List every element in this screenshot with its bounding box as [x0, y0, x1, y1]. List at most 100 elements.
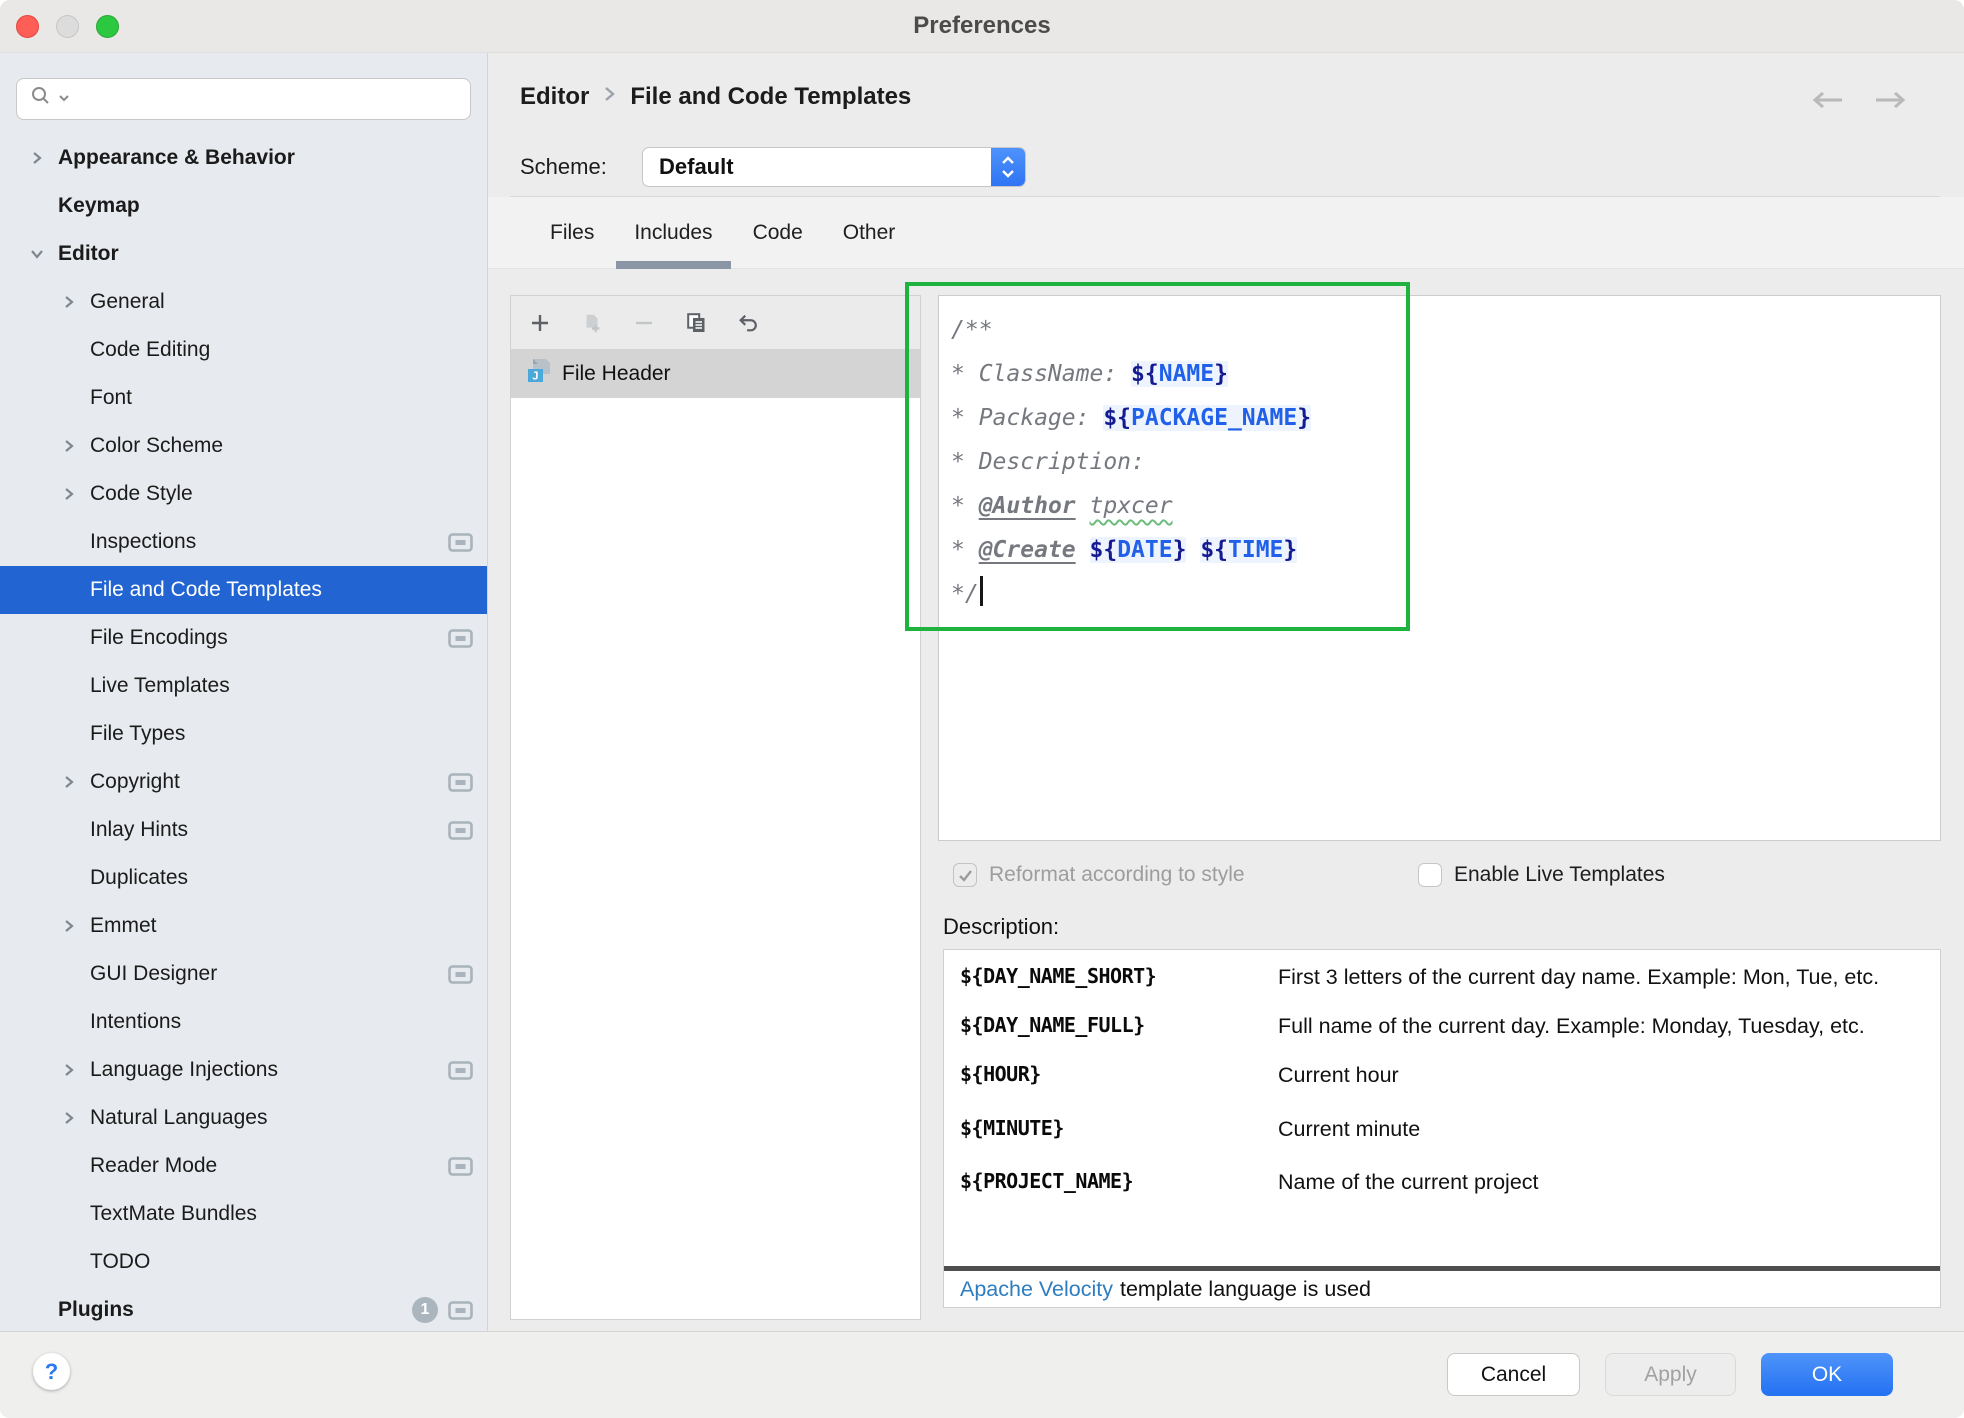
chevron-right-icon[interactable] [26, 147, 48, 169]
close-button[interactable] [16, 15, 39, 38]
sidebar-item-label: Reader Mode [90, 1154, 217, 1178]
sidebar-item-inlay-hints[interactable]: Inlay Hints [0, 806, 487, 854]
variable-row: ${HOUR}Current hour [960, 1060, 1924, 1091]
sidebar-item-label: File Types [90, 722, 185, 746]
sidebar-item-file-and-code-templates[interactable]: File and Code Templates [0, 566, 487, 614]
description-panel: ${DAY_NAME_SHORT}First 3 letters of the … [943, 949, 1941, 1308]
breadcrumb-editor[interactable]: Editor [520, 83, 589, 111]
templates-toolbar [511, 296, 920, 349]
sidebar-item-textmate-bundles[interactable]: TextMate Bundles [0, 1190, 487, 1238]
live-templates-checkbox[interactable] [1418, 863, 1442, 887]
chevron-spacer [58, 723, 80, 745]
sidebar-item-copyright[interactable]: Copyright [0, 758, 487, 806]
sidebar-item-label: Editor [58, 242, 119, 266]
sidebar-item-reader-mode[interactable]: Reader Mode [0, 1142, 487, 1190]
project-level-icon [448, 773, 473, 792]
template-variable: ${DATE} [1090, 537, 1187, 563]
sidebar-item-editor[interactable]: Editor [0, 230, 487, 278]
chevron-spacer [58, 531, 80, 553]
sidebar-item-label: TODO [90, 1250, 150, 1274]
sidebar-item-language-injections[interactable]: Language Injections [0, 1046, 487, 1094]
forward-arrow-icon[interactable] [1872, 89, 1908, 116]
variable-row: ${PROJECT_NAME}Name of the current proje… [960, 1167, 1924, 1198]
sidebar-item-natural-languages[interactable]: Natural Languages [0, 1094, 487, 1142]
variable-description: Current minute [1278, 1114, 1924, 1145]
zoom-button[interactable] [96, 15, 119, 38]
variable-row: ${MINUTE}Current minute [960, 1114, 1924, 1145]
sidebar-item-label: Font [90, 386, 132, 410]
sidebar-item-code-style[interactable]: Code Style [0, 470, 487, 518]
sidebar-item-file-encodings[interactable]: File Encodings [0, 614, 487, 662]
variable-name: ${PROJECT_NAME} [960, 1167, 1278, 1198]
revert-button[interactable] [737, 312, 759, 334]
search-icon [29, 84, 55, 115]
apply-button[interactable]: Apply [1605, 1353, 1736, 1396]
sidebar-item-label: Language Injections [90, 1058, 278, 1082]
sidebar-item-appearance-behavior[interactable]: Appearance & Behavior [0, 134, 487, 182]
breadcrumb-separator-icon [603, 83, 616, 111]
tab-files[interactable]: Files [530, 197, 614, 269]
apache-velocity-link[interactable]: Apache Velocity [960, 1277, 1113, 1302]
sidebar-item-plugins[interactable]: Plugins1 [0, 1286, 487, 1331]
variable-name: ${DAY_NAME_SHORT} [960, 962, 1278, 993]
chevron-spacer [58, 963, 80, 985]
dropdown-stepper-icon[interactable] [991, 148, 1025, 186]
variable-name: ${HOUR} [960, 1060, 1278, 1091]
sidebar-item-gui-designer[interactable]: GUI Designer [0, 950, 487, 998]
duplicate-button[interactable] [685, 312, 707, 334]
sidebar-item-general[interactable]: General [0, 278, 487, 326]
sidebar-item-emmet[interactable]: Emmet [0, 902, 487, 950]
sidebar-item-intentions[interactable]: Intentions [0, 998, 487, 1046]
help-button[interactable]: ? [33, 1353, 70, 1390]
templates-workspace: JFile Header /*** ClassName: ${NAME}* Pa… [488, 269, 1964, 1331]
sidebar-item-label: Emmet [90, 914, 157, 938]
variable-row: ${DAY_NAME_SHORT}First 3 letters of the … [960, 962, 1924, 993]
project-level-icon [448, 629, 473, 648]
template-code-editor[interactable]: /*** ClassName: ${NAME}* Package: ${PACK… [938, 295, 1941, 841]
sidebar-item-label: File and Code Templates [90, 578, 322, 602]
tab-includes[interactable]: Includes [614, 197, 732, 269]
template-language-hint: Apache Velocity template language is use… [944, 1271, 1940, 1307]
variable-description: First 3 letters of the current day name.… [1278, 962, 1924, 993]
chevron-right-icon[interactable] [58, 483, 80, 505]
variable-name: ${MINUTE} [960, 1114, 1278, 1145]
chevron-right-icon[interactable] [58, 771, 80, 793]
search-input[interactable] [16, 78, 471, 120]
sidebar-item-live-templates[interactable]: Live Templates [0, 662, 487, 710]
sidebar-item-label: TextMate Bundles [90, 1202, 257, 1226]
chevron-spacer [58, 387, 80, 409]
chevron-down-icon[interactable] [26, 243, 48, 265]
chevron-right-icon[interactable] [58, 435, 80, 457]
sidebar-item-keymap[interactable]: Keymap [0, 182, 487, 230]
sidebar-item-file-types[interactable]: File Types [0, 710, 487, 758]
cancel-button[interactable]: Cancel [1447, 1353, 1580, 1396]
chevron-right-icon[interactable] [58, 291, 80, 313]
chevron-right-icon[interactable] [58, 915, 80, 937]
sidebar-item-font[interactable]: Font [0, 374, 487, 422]
add-button[interactable] [529, 312, 551, 334]
search-options-caret-icon[interactable] [58, 90, 70, 108]
template-variable: ${NAME} [1131, 361, 1228, 387]
sidebar-item-label: Color Scheme [90, 434, 223, 458]
ok-button[interactable]: OK [1761, 1353, 1893, 1396]
chevron-spacer [26, 195, 48, 217]
reformat-checkbox[interactable] [953, 863, 977, 887]
minimize-button[interactable] [56, 15, 79, 38]
back-arrow-icon[interactable] [1810, 89, 1846, 116]
sidebar-item-inspections[interactable]: Inspections [0, 518, 487, 566]
template-item-file-header[interactable]: JFile Header [511, 349, 920, 398]
chevron-right-icon[interactable] [58, 1059, 80, 1081]
settings-sidebar: Appearance & BehaviorKeymap Editor General… [0, 53, 488, 1331]
sidebar-item-duplicates[interactable]: Duplicates [0, 854, 487, 902]
sidebar-item-todo[interactable]: TODO [0, 1238, 487, 1286]
sidebar-item-code-editing[interactable]: Code Editing [0, 326, 487, 374]
project-level-icon [448, 533, 473, 552]
sidebar-item-label: Natural Languages [90, 1106, 267, 1130]
sidebar-item-label: General [90, 290, 165, 314]
preferences-window: Preferences Appearance & BehaviorKeymapE… [0, 0, 1964, 1418]
scheme-dropdown[interactable]: Default [642, 147, 1026, 187]
tab-code[interactable]: Code [733, 197, 823, 269]
tab-other[interactable]: Other [823, 197, 916, 269]
chevron-right-icon[interactable] [58, 1107, 80, 1129]
sidebar-item-color-scheme[interactable]: Color Scheme [0, 422, 487, 470]
